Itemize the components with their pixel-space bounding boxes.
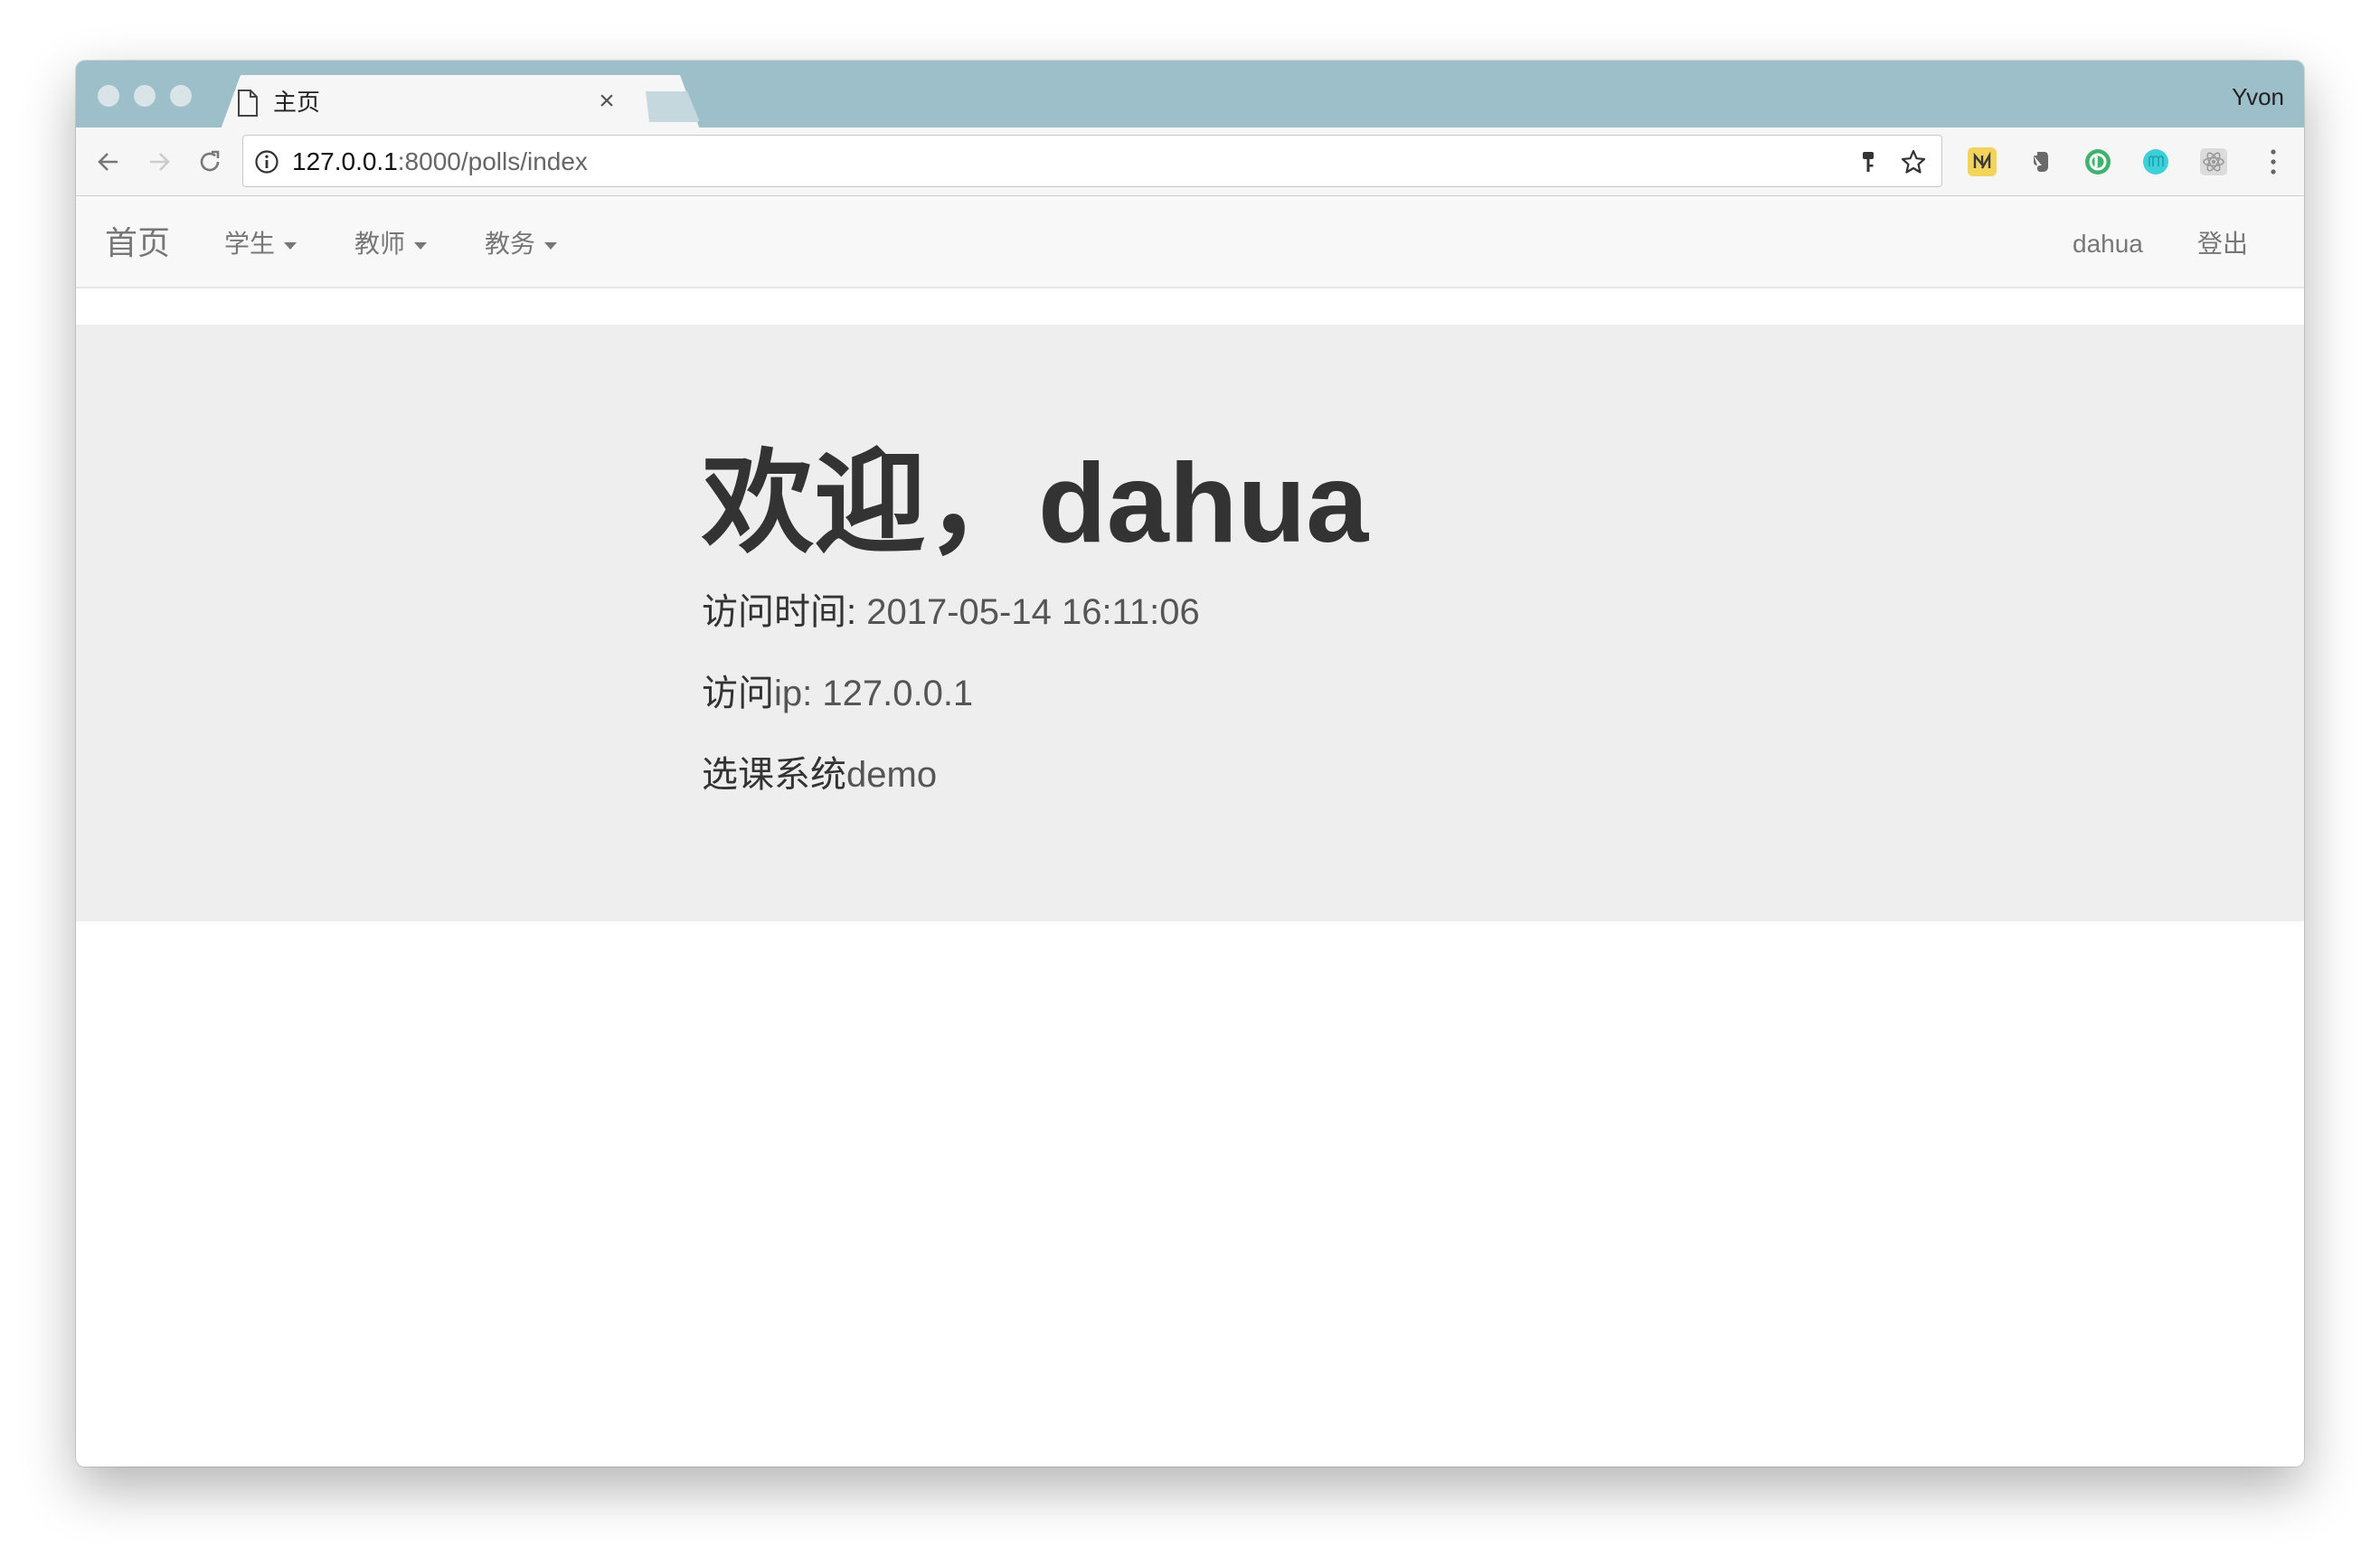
system-name-label: 选课系统 xyxy=(702,755,846,795)
nav-label: 学生 xyxy=(224,230,276,258)
mercury-icon[interactable] xyxy=(2141,147,2170,176)
visit-time-value: 2017-05-14 16:11:06 xyxy=(856,592,1200,632)
nav-label: 教务 xyxy=(485,230,536,258)
visit-time-text: 访问时间: 2017-05-14 16:11:06 xyxy=(702,587,1200,637)
arrow-right-icon xyxy=(150,153,170,171)
system-name-text: 选课系统demo xyxy=(702,750,937,800)
jumbotron: 欢迎，dahua 访问时间: 2017-05-14 16:11:06 访问ip:… xyxy=(76,325,2304,921)
grammarly-icon[interactable] xyxy=(2083,147,2112,176)
address-bar[interactable]: 127.0.0.1:8000/polls/index xyxy=(242,135,1942,187)
page-icon xyxy=(237,90,259,117)
visit-ip-label: 访问 xyxy=(702,674,774,713)
zoom-window-button[interactable] xyxy=(170,85,192,107)
forward-button[interactable] xyxy=(139,142,179,182)
nav-dropdown-students[interactable]: 学生 xyxy=(224,227,298,261)
reload-button[interactable] xyxy=(190,142,230,182)
url-host: 127.0.0.1 xyxy=(292,147,398,175)
nav-label: 教师 xyxy=(354,230,406,258)
browser-menu-button[interactable] xyxy=(2262,146,2284,178)
nav-username-link[interactable]: dahua xyxy=(2073,227,2143,261)
back-button[interactable] xyxy=(89,142,128,182)
site-navbar: 首页 学生 教师 教务 dahua 登出 xyxy=(76,196,2304,288)
more-vertical-icon xyxy=(2271,149,2276,175)
system-name-value: demo xyxy=(846,755,938,795)
close-window-button[interactable] xyxy=(98,85,119,107)
nav-dropdown-academic-affairs[interactable]: 教务 xyxy=(485,227,558,261)
caret-down-icon xyxy=(284,241,298,250)
notion-style-icon[interactable] xyxy=(1968,147,1997,176)
browser-toolbar: 127.0.0.1:8000/polls/index xyxy=(76,127,2304,196)
evernote-icon[interactable] xyxy=(2026,147,2054,176)
minimize-window-button[interactable] xyxy=(134,85,156,107)
visit-ip-value: ip: 127.0.0.1 xyxy=(774,674,974,713)
title-bar: 主页 × Yvon xyxy=(76,61,2304,129)
welcome-prefix: 欢迎， xyxy=(702,441,1039,566)
visit-ip-text: 访问ip: 127.0.0.1 xyxy=(702,668,973,719)
url-path: :8000/polls/index xyxy=(397,147,588,175)
url-text[interactable]: 127.0.0.1:8000/polls/index xyxy=(292,145,588,179)
arrow-left-icon xyxy=(98,153,118,171)
visit-time-label: 访问时间: xyxy=(702,592,857,632)
key-icon[interactable] xyxy=(1855,148,1882,175)
reload-icon xyxy=(200,150,220,172)
welcome-username: dahua xyxy=(1038,441,1369,566)
logout-link[interactable]: 登出 xyxy=(2197,227,2248,261)
profile-name[interactable]: Yvon xyxy=(2232,80,2284,113)
navbar-brand-home[interactable]: 首页 xyxy=(105,222,170,265)
react-devtools-icon[interactable] xyxy=(2199,147,2228,176)
page-viewport: 首页 学生 教师 教务 dahua 登出 欢迎，dahua 访问时间: 2017… xyxy=(76,196,2304,1467)
caret-down-icon xyxy=(414,241,428,250)
info-icon[interactable] xyxy=(254,149,279,175)
tab-close-button[interactable]: × xyxy=(591,86,622,117)
caret-down-icon xyxy=(544,241,558,250)
browser-window: 主页 × Yvon 127.0.0.1:8000/polls/index 首页 … xyxy=(76,61,2304,1467)
tab-title: 主页 xyxy=(273,89,321,116)
star-icon[interactable] xyxy=(1900,148,1927,175)
welcome-heading: 欢迎，dahua xyxy=(702,440,1368,567)
nav-dropdown-teachers[interactable]: 教师 xyxy=(354,227,428,261)
